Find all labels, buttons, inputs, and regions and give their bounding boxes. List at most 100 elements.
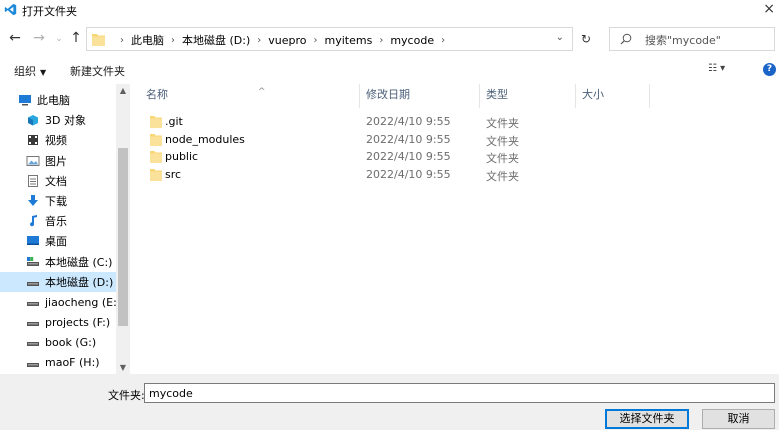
address-row: ← → ⌄ ↑ › 此电脑 › 本地磁盘 (D:) › vuepro › myitems › my…: [0, 22, 779, 56]
nav-item[interactable]: 此电脑: [0, 90, 116, 110]
pictures-icon: [26, 155, 40, 166]
nav-item[interactable]: 音乐: [0, 211, 116, 231]
file-row[interactable]: src 2022/4/10 9:55 文件夹: [148, 166, 708, 184]
nav-item[interactable]: maoF (H:): [0, 353, 116, 373]
3d-objects-icon: [28, 115, 38, 126]
folder-icon: [150, 133, 162, 146]
breadcrumb-item[interactable]: mycode: [390, 34, 434, 47]
breadcrumb-item[interactable]: myitems: [325, 34, 373, 47]
breadcrumb-separator-icon[interactable]: ›: [434, 35, 452, 46]
column-header-date[interactable]: 修改日期: [360, 84, 480, 108]
search-icon: [620, 33, 632, 45]
nav-item-label: 此电脑: [37, 94, 70, 107]
refresh-icon[interactable]: ↻: [576, 27, 596, 51]
title-bar: 打开文件夹 ×: [0, 0, 779, 20]
nav-item-label: 本地磁盘 (D:): [45, 275, 114, 289]
nav-item[interactable]: 视频: [0, 130, 116, 150]
recent-locations-chevron-icon[interactable]: ⌄: [50, 30, 68, 48]
nav-item[interactable]: jiaocheng (E:): [0, 292, 121, 312]
file-modified-date: 2022/4/10 9:55: [366, 168, 451, 182]
file-modified-date: 2022/4/10 9:55: [366, 115, 451, 128]
file-row[interactable]: node_modules 2022/4/10 9:55 文件夹: [148, 131, 708, 149]
folder-icon: [150, 151, 162, 164]
nav-item-label: 音乐: [45, 215, 67, 229]
file-name: src: [165, 168, 182, 182]
nav-item[interactable]: 本地磁盘 (D:): [0, 271, 116, 292]
drive-f-icon: [27, 322, 39, 327]
nav-item[interactable]: 3D 对象: [0, 110, 116, 130]
music-icon: [30, 215, 37, 227]
command-bar: 组织 ▼ 新建文件夹 ☷ ▾ ?: [0, 58, 779, 82]
nav-item[interactable]: projects (F:): [0, 312, 116, 332]
nav-item[interactable]: 桌面: [0, 231, 116, 251]
up-arrow-icon[interactable]: ↑: [67, 29, 85, 47]
folder-name-input[interactable]: [144, 383, 775, 403]
folder-field-label: 文件夹:: [108, 389, 145, 402]
back-arrow-icon[interactable]: ←: [6, 29, 24, 47]
breadcrumb-item[interactable]: 此电脑: [131, 32, 164, 48]
nav-item-label: 下载: [45, 195, 67, 208]
organize-button[interactable]: 组织 ▼: [14, 63, 46, 79]
column-header-size[interactable]: 大小: [576, 84, 650, 108]
drive-c-icon: [27, 256, 39, 266]
drive-g-icon: [27, 342, 39, 347]
breadcrumb-separator-icon[interactable]: ›: [307, 35, 325, 46]
nav-item-label: 本地磁盘 (C:): [45, 255, 113, 269]
breadcrumb-separator-icon[interactable]: ›: [164, 35, 182, 46]
file-row[interactable]: public 2022/4/10 9:55 文件夹: [148, 148, 708, 166]
scrollbar-thumb[interactable]: [118, 148, 128, 326]
breadcrumb-separator-icon[interactable]: ›: [113, 35, 131, 46]
navigation-pane: 此电脑 3D 对象视频图片文档下载音乐桌面本地磁盘 (C:) 本地磁盘 (D:) ji…: [0, 84, 130, 374]
window-title: 打开文件夹: [22, 5, 77, 18]
scroll-up-arrow-icon[interactable]: ▲: [116, 86, 130, 95]
nav-item[interactable]: 文档: [0, 171, 116, 191]
file-type: 文件夹: [486, 152, 519, 166]
close-icon[interactable]: ×: [763, 1, 775, 17]
nav-item-label: book (G:): [45, 335, 97, 349]
breadcrumb: › 此电脑 › 本地磁盘 (D:) › vuepro › myitems › mycode ›: [113, 32, 452, 48]
nav-item[interactable]: book (G:): [0, 332, 116, 352]
folder-icon: [150, 116, 162, 128]
breadcrumb-item[interactable]: vuepro: [268, 34, 306, 47]
drive-e-icon: [27, 302, 39, 306]
sort-ascending-icon: ^: [258, 87, 266, 97]
cancel-button[interactable]: 取消: [702, 409, 775, 429]
computer-icon: [19, 95, 31, 106]
nav-item[interactable]: 下载: [0, 191, 116, 211]
view-options-icon[interactable]: ☷ ▾: [708, 63, 725, 74]
address-bar[interactable]: › 此电脑 › 本地磁盘 (D:) › vuepro › myitems › mycode › ⌄: [86, 27, 573, 51]
desktop-icon: [27, 236, 39, 246]
scroll-down-arrow-icon[interactable]: ▼: [116, 363, 130, 372]
download-icon: [28, 195, 38, 206]
file-name: .git: [165, 115, 183, 128]
nav-item-label: 文档: [45, 174, 67, 188]
nav-item-label: projects (F:): [45, 315, 111, 329]
nav-item[interactable]: 图片: [0, 151, 116, 171]
folder-icon: [150, 169, 162, 182]
search-box[interactable]: 搜索"mycode": [609, 27, 775, 51]
breadcrumb-item[interactable]: 本地磁盘 (D:): [182, 32, 250, 48]
new-folder-button[interactable]: 新建文件夹: [70, 63, 125, 79]
help-icon[interactable]: ?: [763, 63, 776, 76]
dialog-footer: 文件夹: 选择文件夹 取消: [0, 374, 779, 430]
nav-item-label: 视频: [45, 134, 67, 148]
breadcrumb-separator-icon[interactable]: ›: [372, 35, 390, 46]
file-row[interactable]: .git 2022/4/10 9:55 文件夹: [148, 113, 708, 131]
vscode-icon: [4, 3, 17, 16]
nav-item-label: 图片: [45, 154, 67, 168]
column-header-name[interactable]: 名称 ^: [140, 84, 360, 108]
nav-item[interactable]: 本地磁盘 (C:): [0, 252, 116, 272]
chevron-down-icon: ▼: [40, 68, 47, 77]
documents-icon: [28, 174, 38, 187]
column-header-type[interactable]: 类型: [480, 84, 576, 108]
drive-h-icon: [27, 362, 39, 367]
file-modified-date: 2022/4/10 9:55: [366, 150, 451, 164]
breadcrumb-separator-icon[interactable]: ›: [250, 35, 268, 46]
file-name: node_modules: [165, 132, 245, 146]
address-dropdown-chevron-icon[interactable]: ⌄: [556, 32, 564, 43]
nav-item-label: maoF (H:): [45, 356, 100, 370]
nav-item-label: 桌面: [45, 235, 67, 249]
nav-scrollbar[interactable]: ▲ ▼: [116, 84, 130, 374]
forward-arrow-icon[interactable]: →: [30, 29, 48, 47]
select-folder-button[interactable]: 选择文件夹: [605, 409, 689, 429]
